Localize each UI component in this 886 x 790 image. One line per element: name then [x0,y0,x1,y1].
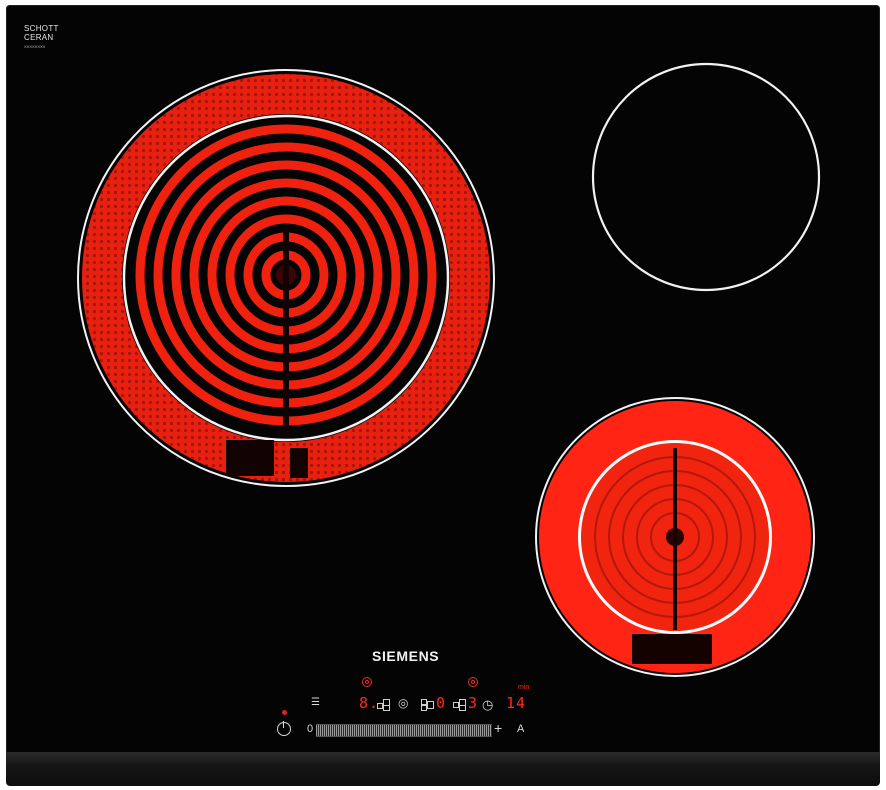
brand-logo: SIEMENS [372,648,440,664]
zone-rear-right[interactable] [591,62,821,292]
display-zone: 3 [468,694,479,712]
zone-front-left[interactable] [77,69,495,487]
slider-min-label: 0 [307,723,314,735]
timer-icon[interactable]: ◷ [482,697,493,713]
display-mid: 0 [436,694,447,712]
dual-zone-icon[interactable]: ◎ [398,696,408,710]
zone-indicator-icon [468,677,478,687]
child-lock-icon[interactable]: ☰ [311,697,320,708]
zone-select-left-icon[interactable] [377,699,390,711]
power-button[interactable] [277,721,291,736]
zone-indicator-icon [362,677,372,687]
zone-select-right-icon[interactable] [453,699,466,711]
slider-max-label: + [494,720,503,736]
zone-select-mid-icon[interactable] [421,699,434,711]
auto-button[interactable]: A [517,723,524,735]
timer-display: 14 [506,694,527,712]
timer-unit: min [518,684,530,691]
power-indicator-dot [282,710,287,715]
zone-front-right[interactable] [535,397,815,677]
power-level-slider[interactable] [316,724,492,737]
cooking-zones [77,62,821,677]
